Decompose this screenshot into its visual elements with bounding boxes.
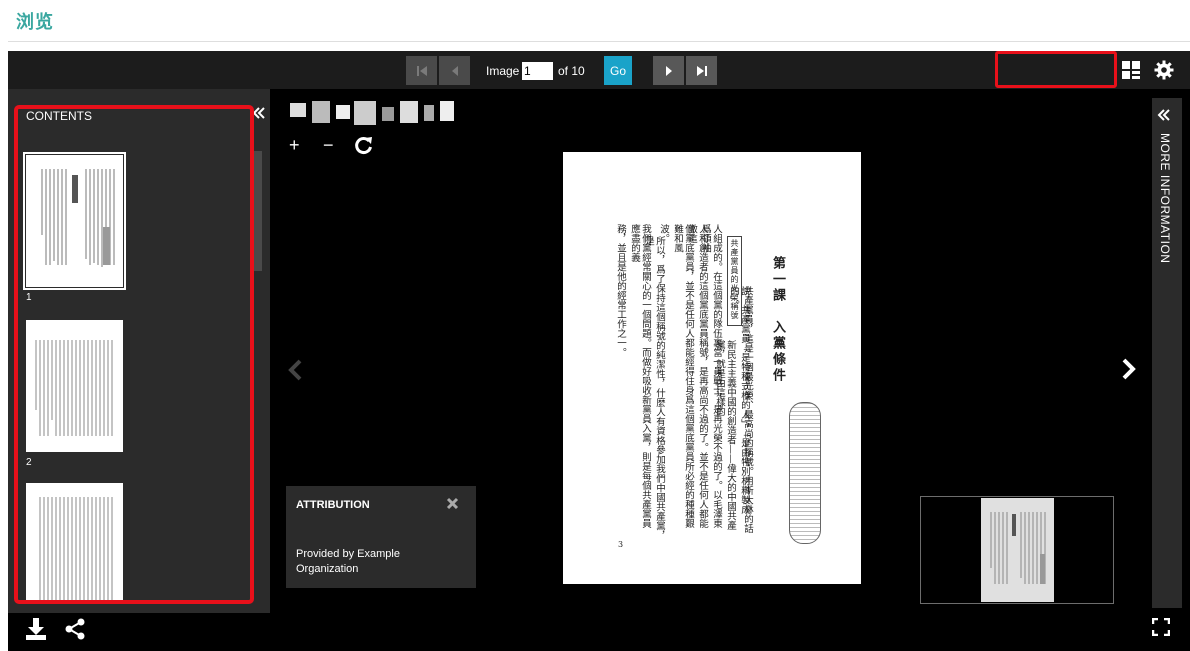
attribution-panel: ATTRIBUTION Provided by Example Organiza… xyxy=(286,486,476,588)
canvas-previous-arrow-icon[interactable] xyxy=(286,358,306,382)
go-button[interactable]: Go xyxy=(604,56,632,85)
canvas-next-arrow-icon[interactable] xyxy=(1118,357,1138,381)
highlight-box-contents xyxy=(14,105,254,604)
attribution-text: Provided by Example Organization xyxy=(296,548,400,575)
image-number-input[interactable] xyxy=(522,62,553,80)
chapter-title: 第一課 入黨條件 xyxy=(770,256,785,384)
fullscreen-icon[interactable] xyxy=(1152,618,1170,636)
contents-panel: CONTENTS 1 2 xyxy=(8,89,270,651)
skip-last-icon xyxy=(696,65,707,76)
page-body-col-10: 務，並且是他的經常工作之一。 xyxy=(615,224,626,357)
first-image-button[interactable] xyxy=(406,56,437,85)
contents-scrollbar[interactable] xyxy=(254,151,262,271)
skip-first-icon xyxy=(416,65,427,76)
rotate-icon[interactable] xyxy=(354,135,374,155)
share-icon[interactable] xyxy=(64,618,86,640)
attribution-title: ATTRIBUTION xyxy=(296,499,370,511)
next-image-button[interactable] xyxy=(653,56,684,85)
gear-icon[interactable] xyxy=(1154,60,1174,80)
image-label: Image xyxy=(486,64,520,78)
layout-grid-icon[interactable] xyxy=(1122,61,1140,79)
document-title-redacted xyxy=(290,101,454,125)
zoom-in-button[interactable]: + xyxy=(289,135,300,156)
expand-right-icon[interactable] xyxy=(1157,108,1171,122)
previous-image-button[interactable] xyxy=(439,56,470,85)
more-information-label[interactable]: MORE INFORMATION xyxy=(1158,133,1172,263)
page-body-col-6: 個黨底黨員，並不是任何人都能經得住身爲這個黨底黨員所必經的種種艱難和風 xyxy=(672,224,694,528)
download-icon[interactable] xyxy=(25,617,47,641)
collapse-left-icon[interactable] xyxy=(252,106,266,120)
close-icon[interactable] xyxy=(446,497,459,510)
arrow-left-icon xyxy=(451,65,458,76)
highlight-box-toolbar xyxy=(995,51,1117,88)
viewer-toolbar: Image of 10 Go xyxy=(8,51,1190,89)
image-count-label: of 10 xyxy=(558,64,585,78)
page-number: 3 xyxy=(618,540,624,549)
page-heading: 浏览 xyxy=(16,12,54,33)
seal-stamp-icon xyxy=(789,402,821,544)
bottom-bar xyxy=(8,613,270,651)
image-viewer: Image of 10 Go CONTENTS xyxy=(8,51,1190,651)
zoom-out-button[interactable]: − xyxy=(323,135,334,156)
arrow-right-icon xyxy=(665,65,672,76)
navigator-page-preview xyxy=(981,498,1054,602)
document-page: 第一課 入黨條件 共產黨員的光榮稱號 共產黨員，這是一個最光榮、最高尚的稱號。用… xyxy=(563,152,861,584)
page-body-col-9: 我們黨經常關心的一個問題。而做好吸收新黨員入黨，則是每個共產黨員應盡的義 xyxy=(629,224,651,528)
heading-divider xyxy=(8,41,1190,42)
navigator-minimap[interactable] xyxy=(920,496,1114,604)
last-image-button[interactable] xyxy=(686,56,717,85)
